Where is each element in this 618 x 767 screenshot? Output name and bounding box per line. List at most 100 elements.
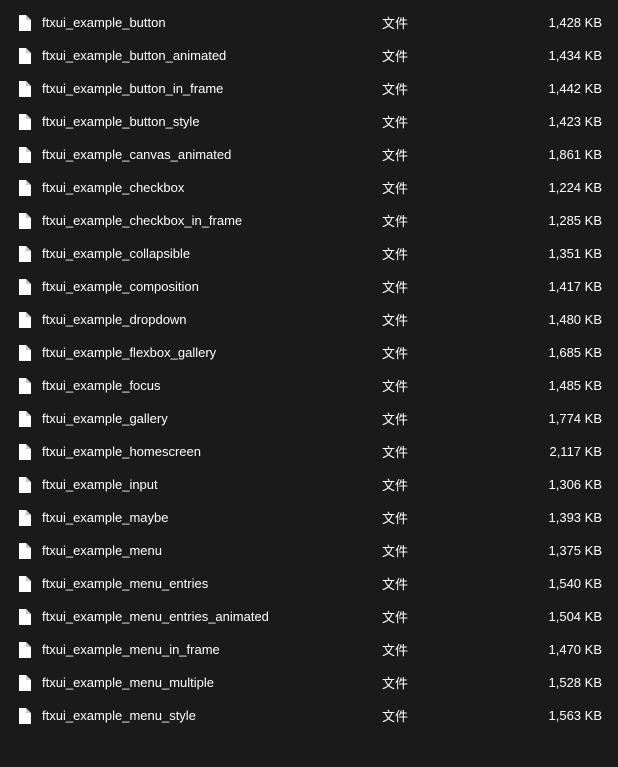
file-name: ftxui_example_homescreen (42, 444, 372, 459)
file-row[interactable]: ftxui_example_menu_entries_animated文件1,5… (0, 600, 618, 633)
file-icon (16, 642, 32, 658)
file-name: ftxui_example_dropdown (42, 312, 372, 327)
file-type: 文件 (372, 640, 512, 659)
file-size: 1,224 KB (512, 180, 602, 195)
file-size: 1,351 KB (512, 246, 602, 261)
file-type: 文件 (372, 607, 512, 626)
file-type: 文件 (372, 145, 512, 164)
file-row[interactable]: ftxui_example_menu_multiple文件1,528 KB (0, 666, 618, 699)
file-icon (16, 48, 32, 64)
file-row[interactable]: ftxui_example_button_style文件1,423 KB (0, 105, 618, 138)
file-row[interactable]: ftxui_example_button_animated文件1,434 KB (0, 39, 618, 72)
file-type: 文件 (372, 244, 512, 263)
file-size: 1,285 KB (512, 213, 602, 228)
file-row[interactable]: ftxui_example_gallery文件1,774 KB (0, 402, 618, 435)
file-size: 1,434 KB (512, 48, 602, 63)
file-icon (16, 213, 32, 229)
file-row[interactable]: ftxui_example_canvas_animated文件1,861 KB (0, 138, 618, 171)
file-type: 文件 (372, 211, 512, 230)
file-name: ftxui_example_focus (42, 378, 372, 393)
file-row[interactable]: ftxui_example_menu文件1,375 KB (0, 534, 618, 567)
file-icon (16, 114, 32, 130)
file-size: 1,417 KB (512, 279, 602, 294)
file-type: 文件 (372, 574, 512, 593)
file-type: 文件 (372, 277, 512, 296)
file-size: 1,685 KB (512, 345, 602, 360)
file-row[interactable]: ftxui_example_flexbox_gallery文件1,685 KB (0, 336, 618, 369)
file-size: 1,861 KB (512, 147, 602, 162)
file-row[interactable]: ftxui_example_button文件1,428 KB (0, 6, 618, 39)
file-name: ftxui_example_maybe (42, 510, 372, 525)
file-name: ftxui_example_button (42, 15, 372, 30)
file-name: ftxui_example_button_animated (42, 48, 372, 63)
file-size: 1,393 KB (512, 510, 602, 525)
file-icon (16, 180, 32, 196)
file-icon (16, 609, 32, 625)
file-name: ftxui_example_button_in_frame (42, 81, 372, 96)
file-type: 文件 (372, 13, 512, 32)
file-size: 1,428 KB (512, 15, 602, 30)
file-icon (16, 345, 32, 361)
file-icon (16, 15, 32, 31)
file-type: 文件 (372, 508, 512, 527)
file-type: 文件 (372, 475, 512, 494)
file-icon (16, 444, 32, 460)
file-size: 1,442 KB (512, 81, 602, 96)
file-type: 文件 (372, 112, 512, 131)
file-icon (16, 708, 32, 724)
file-size: 2,117 KB (512, 444, 602, 459)
file-icon (16, 675, 32, 691)
file-icon (16, 312, 32, 328)
file-size: 1,774 KB (512, 411, 602, 426)
file-row[interactable]: ftxui_example_composition文件1,417 KB (0, 270, 618, 303)
file-name: ftxui_example_flexbox_gallery (42, 345, 372, 360)
file-row[interactable]: ftxui_example_homescreen文件2,117 KB (0, 435, 618, 468)
file-row[interactable]: ftxui_example_maybe文件1,393 KB (0, 501, 618, 534)
file-type: 文件 (372, 409, 512, 428)
file-type: 文件 (372, 541, 512, 560)
file-icon (16, 576, 32, 592)
file-row[interactable]: ftxui_example_button_in_frame文件1,442 KB (0, 72, 618, 105)
file-name: ftxui_example_composition (42, 279, 372, 294)
file-row[interactable]: ftxui_example_input文件1,306 KB (0, 468, 618, 501)
file-size: 1,485 KB (512, 378, 602, 393)
file-row[interactable]: ftxui_example_menu_style文件1,563 KB (0, 699, 618, 732)
file-size: 1,540 KB (512, 576, 602, 591)
file-name: ftxui_example_menu (42, 543, 372, 558)
file-row[interactable]: ftxui_example_dropdown文件1,480 KB (0, 303, 618, 336)
file-icon (16, 147, 32, 163)
file-size: 1,306 KB (512, 477, 602, 492)
file-name: ftxui_example_input (42, 477, 372, 492)
file-type: 文件 (372, 442, 512, 461)
file-size: 1,480 KB (512, 312, 602, 327)
file-icon (16, 543, 32, 559)
file-name: ftxui_example_menu_style (42, 708, 372, 723)
file-name: ftxui_example_checkbox (42, 180, 372, 195)
file-icon (16, 477, 32, 493)
file-name: ftxui_example_menu_multiple (42, 675, 372, 690)
file-list: ftxui_example_button文件1,428 KBftxui_exam… (0, 0, 618, 767)
file-row[interactable]: ftxui_example_focus文件1,485 KB (0, 369, 618, 402)
file-icon (16, 279, 32, 295)
file-size: 1,563 KB (512, 708, 602, 723)
file-row[interactable]: ftxui_example_collapsible文件1,351 KB (0, 237, 618, 270)
file-row[interactable]: ftxui_example_menu_in_frame文件1,470 KB (0, 633, 618, 666)
file-name: ftxui_example_button_style (42, 114, 372, 129)
file-icon (16, 411, 32, 427)
file-name: ftxui_example_collapsible (42, 246, 372, 261)
file-type: 文件 (372, 46, 512, 65)
file-name: ftxui_example_menu_entries_animated (42, 609, 372, 624)
file-row[interactable]: ftxui_example_checkbox文件1,224 KB (0, 171, 618, 204)
file-row[interactable]: ftxui_example_menu_entries文件1,540 KB (0, 567, 618, 600)
file-size: 1,375 KB (512, 543, 602, 558)
file-row[interactable]: ftxui_example_checkbox_in_frame文件1,285 K… (0, 204, 618, 237)
file-type: 文件 (372, 310, 512, 329)
file-type: 文件 (372, 673, 512, 692)
file-size: 1,528 KB (512, 675, 602, 690)
file-icon (16, 246, 32, 262)
file-name: ftxui_example_menu_in_frame (42, 642, 372, 657)
file-type: 文件 (372, 343, 512, 362)
file-name: ftxui_example_checkbox_in_frame (42, 213, 372, 228)
file-type: 文件 (372, 178, 512, 197)
file-type: 文件 (372, 376, 512, 395)
